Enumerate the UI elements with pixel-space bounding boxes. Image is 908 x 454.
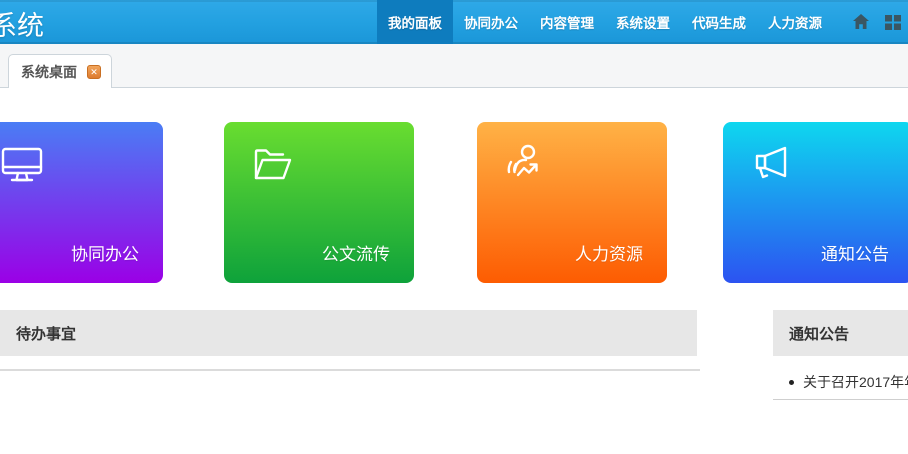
tab-label: 系统桌面 [21, 62, 77, 82]
tab-close-icon[interactable]: ✕ [87, 65, 101, 79]
app-title: 系统 [0, 4, 44, 43]
tile-label: 人力资源 [575, 240, 643, 265]
tile-collaboration[interactable]: 协同办公 [0, 122, 163, 283]
todo-panel-divider [0, 369, 700, 371]
nav-item-collaboration[interactable]: 协同办公 [453, 0, 529, 44]
nav-item-my-dashboard[interactable]: 我的面板 [377, 0, 453, 44]
notice-item-text: 关于召开2017年年 [803, 374, 908, 390]
tile-label: 公文流传 [322, 240, 390, 265]
tile-label: 协同办公 [71, 240, 139, 265]
nav-item-system-settings[interactable]: 系统设置 [605, 0, 681, 44]
notice-panel-title: 通知公告 [789, 323, 849, 344]
todo-panel-header: 待办事宜 [0, 310, 697, 356]
people-icon [503, 142, 549, 193]
tile-label: 通知公告 [821, 240, 889, 265]
tile-human-resources[interactable]: 人力资源 [477, 122, 667, 283]
top-header-bar: 系统 我的面板 协同办公 内容管理 系统设置 代码生成 人力资源 [0, 0, 908, 44]
todo-panel-title: 待办事宜 [16, 323, 76, 344]
tile-document-flow[interactable]: 公文流传 [224, 122, 414, 283]
notice-list-item[interactable]: 关于召开2017年年 [773, 364, 908, 400]
nav-item-content-mgmt[interactable]: 内容管理 [529, 0, 605, 44]
notice-panel-header: 通知公告 [773, 310, 908, 356]
tab-system-desktop[interactable]: 系统桌面 ✕ [8, 54, 112, 88]
grid-icon[interactable] [884, 13, 902, 31]
nav-item-hr[interactable]: 人力资源 [757, 0, 833, 44]
home-icon[interactable] [852, 13, 870, 31]
desktop-page: 系统 我的面板 协同办公 内容管理 系统设置 代码生成 人力资源 系统桌面 [0, 0, 908, 454]
nav-item-code-gen[interactable]: 代码生成 [681, 0, 757, 44]
notice-list: 关于召开2017年年 [773, 364, 908, 400]
main-nav: 我的面板 协同办公 内容管理 系统设置 代码生成 人力资源 [377, 0, 833, 44]
tab-bar: 系统桌面 ✕ [0, 44, 908, 88]
folder-open-icon [250, 142, 296, 193]
megaphone-icon [749, 142, 795, 193]
tile-notices[interactable]: 通知公告 [723, 122, 908, 283]
bullet-icon [789, 380, 794, 385]
monitor-icon [0, 142, 45, 193]
